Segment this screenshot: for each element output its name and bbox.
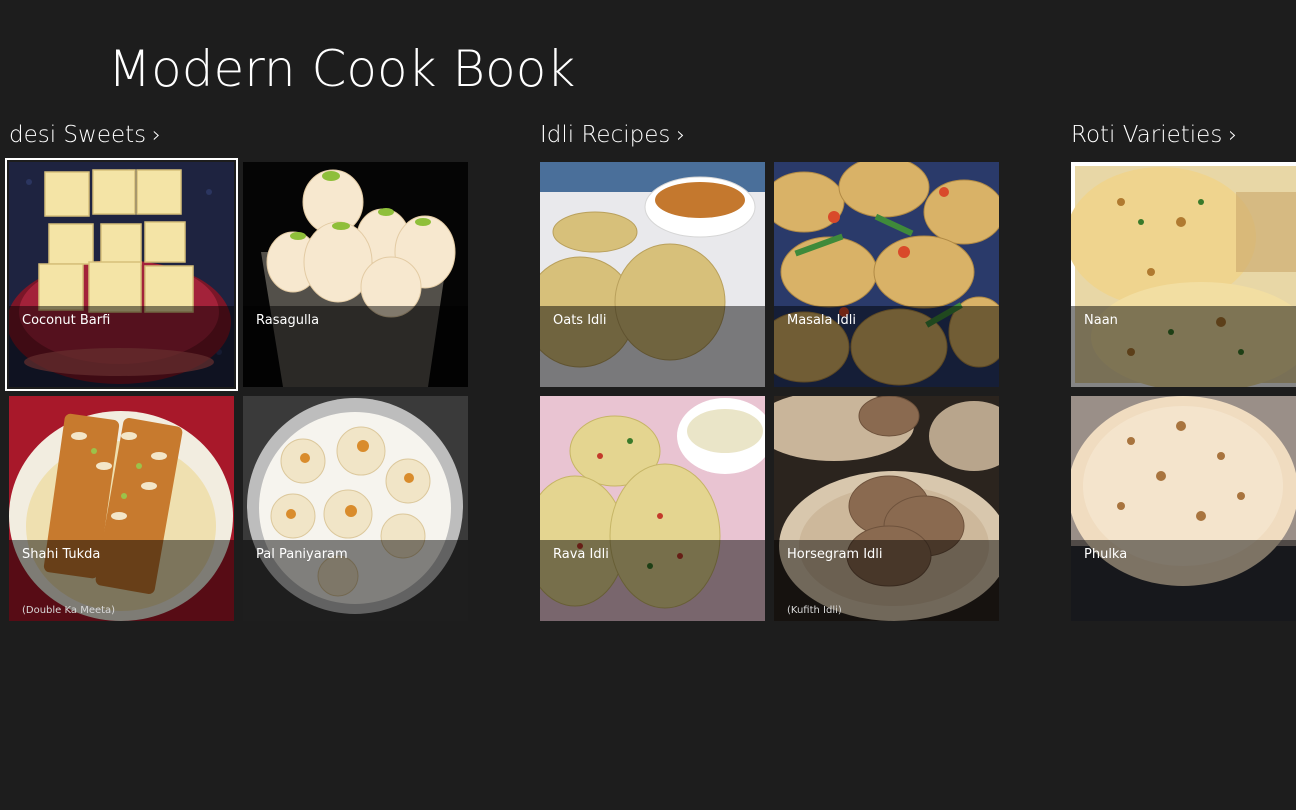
recipe-tile-rava-idli[interactable]: Rava Idli xyxy=(540,396,765,621)
tile-title: Masala Idli xyxy=(787,313,856,328)
app-title: Modern Cook Book xyxy=(108,40,576,98)
tile-title: Oats Idli xyxy=(553,313,607,328)
group-title: desi Sweets xyxy=(9,122,147,148)
group-title: Idli Recipes xyxy=(540,122,671,148)
group-title: Roti Varieties xyxy=(1071,122,1223,148)
recipe-tile-pal-paniyaram[interactable]: Pal Paniyaram xyxy=(243,396,468,621)
recipe-tile-phulka[interactable]: Phulka xyxy=(1071,396,1296,621)
recipe-tile-naan[interactable]: Naan xyxy=(1071,162,1296,387)
group-roti-varieties: Roti Varieties › xyxy=(1071,118,1237,152)
chevron-right-icon: › xyxy=(1228,122,1238,148)
group-header-roti-varieties[interactable]: Roti Varieties › xyxy=(1071,118,1237,152)
tile-title: Naan xyxy=(1084,313,1118,328)
tile-title: Rava Idli xyxy=(553,547,609,562)
group-desi-sweets: desi Sweets › xyxy=(9,118,161,152)
recipe-tile-shahi-tukda[interactable]: Shahi Tukda (Double Ka Meeta) xyxy=(9,396,234,621)
tile-title: Rasagulla xyxy=(256,313,320,328)
tile-subtitle: (Kufith Idli) xyxy=(787,605,842,616)
recipe-tile-horsegram-idli[interactable]: Horsegram Idli (Kufith Idli) xyxy=(774,396,999,621)
group-header-idli-recipes[interactable]: Idli Recipes › xyxy=(540,118,685,152)
group-header-desi-sweets[interactable]: desi Sweets › xyxy=(9,118,161,152)
recipe-tile-coconut-barfi[interactable]: Coconut Barfi xyxy=(5,158,238,391)
tile-subtitle: (Double Ka Meeta) xyxy=(22,605,116,616)
tile-title: Horsegram Idli xyxy=(787,547,883,562)
recipe-tile-oats-idli[interactable]: Oats Idli xyxy=(540,162,765,387)
tile-title: Pal Paniyaram xyxy=(256,547,348,562)
recipe-tile-masala-idli[interactable]: Masala Idli xyxy=(774,162,999,387)
chevron-right-icon: › xyxy=(152,122,161,148)
chevron-right-icon: › xyxy=(676,122,686,148)
recipe-tile-rasagulla[interactable]: Rasagulla xyxy=(243,162,468,387)
tile-title: Coconut Barfi xyxy=(22,313,111,328)
group-idli-recipes: Idli Recipes › xyxy=(540,118,685,152)
tile-title: Shahi Tukda xyxy=(22,547,101,562)
tile-title: Phulka xyxy=(1084,547,1128,562)
